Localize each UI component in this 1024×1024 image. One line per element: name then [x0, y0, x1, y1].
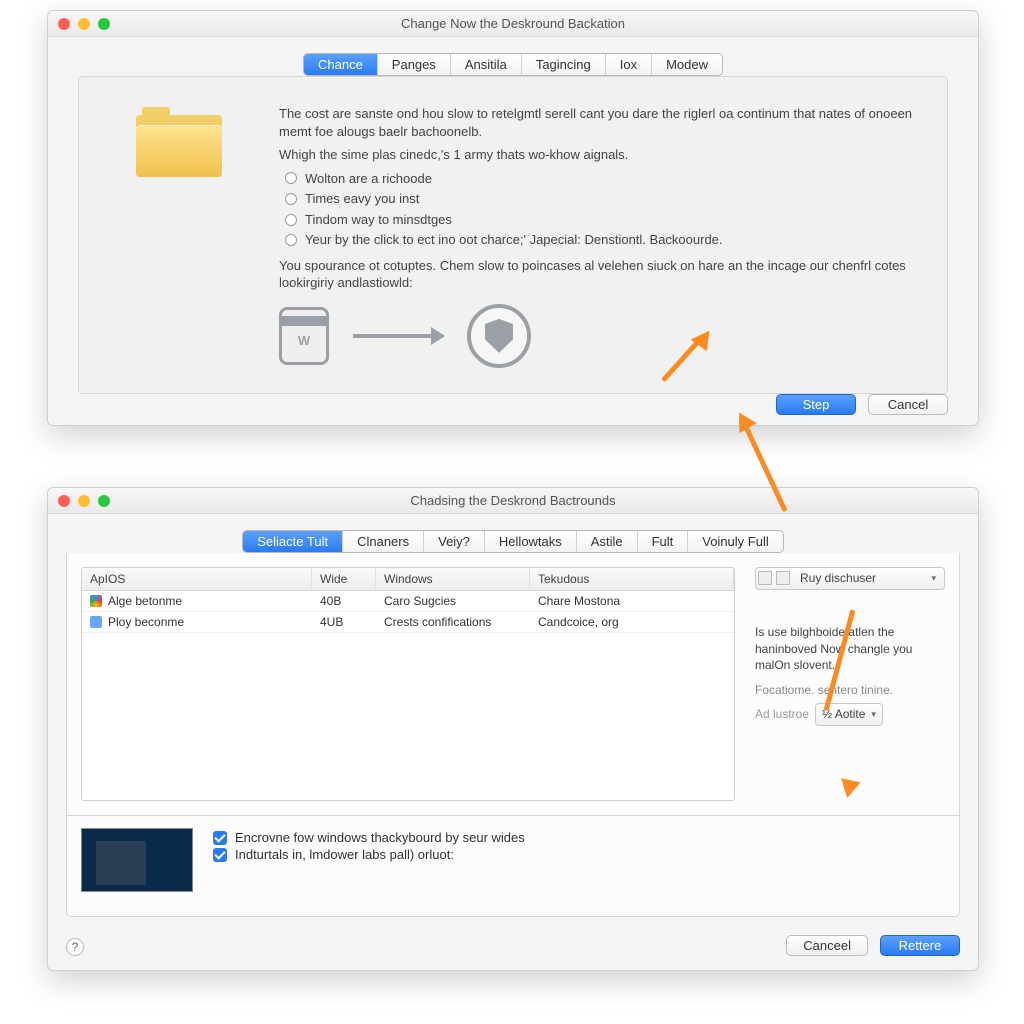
cancel-button[interactable]: Cancel: [868, 394, 948, 415]
diagram: W: [279, 304, 917, 368]
column-header[interactable]: ApIOS: [82, 568, 312, 590]
radio-group: Wolton are a richoode Times eavy you inst…: [285, 170, 917, 249]
cell-tek: Candcoice, org: [530, 612, 734, 632]
table-row[interactable]: Ploy beconme 4UBCrests confificationsCand…: [82, 612, 734, 633]
checkbox-label: Indturtals in, lmdower labs pall) orluot…: [235, 847, 454, 862]
tab-clnaners[interactable]: Clnaners: [343, 531, 424, 552]
side-label: Ad lustroe: [755, 706, 809, 723]
view-icon: [758, 571, 772, 585]
tab-voinuly-full[interactable]: Voinuly Full: [688, 531, 782, 552]
window-title: Change Now the Deskround Backation: [48, 16, 978, 31]
tab-bar-top: ChancePangesAnsitilaTagincingIoxModew: [48, 53, 978, 76]
cell-tek: Chare Mostona: [530, 591, 734, 611]
close-icon[interactable]: [58, 18, 70, 30]
checkbox-option[interactable]: Encrovne fow windows thackybourd by seur…: [213, 830, 525, 845]
radio-label: Yeur by the click to ect ino oot charce;…: [305, 231, 723, 249]
zoom-icon[interactable]: [98, 495, 110, 507]
arrow-icon: [353, 334, 443, 338]
tab-astile[interactable]: Astile: [577, 531, 638, 552]
cancel-button[interactable]: Canceel: [786, 935, 868, 956]
tab-iox[interactable]: Iox: [606, 54, 652, 75]
app-icon: [90, 616, 102, 628]
restore-button[interactable]: Rettere: [880, 935, 960, 956]
checkbox-icon: [213, 848, 227, 862]
checkbox-label: Encrovne fow windows thackybourd by seur…: [235, 830, 525, 845]
minimize-icon[interactable]: [78, 495, 90, 507]
cell-windows: Crests confifications: [376, 612, 530, 632]
checkbox-icon: [213, 831, 227, 845]
radio-icon: [285, 172, 297, 184]
cell-name: Ploy beconme: [108, 615, 184, 629]
intro-text-1: The cost are sanste ond hou slow to rete…: [279, 105, 917, 140]
cell-wide: 40B: [312, 591, 376, 611]
window-top: Change Now the Deskround Backation Chanc…: [47, 10, 979, 426]
zoom-icon[interactable]: [98, 18, 110, 30]
view-icon: [776, 571, 790, 585]
radio-label: Times eavy you inst: [305, 190, 419, 208]
radio-icon: [285, 214, 297, 226]
cell-name: Alge betonme: [108, 594, 182, 608]
user-selector[interactable]: Ruy dischuser ▾: [755, 567, 945, 590]
tab-chance[interactable]: Chance: [304, 54, 378, 75]
device-icon: W: [279, 307, 329, 365]
app-icon: [90, 595, 102, 607]
chevron-down-icon: ▾: [931, 572, 936, 585]
tab-fult[interactable]: Fult: [638, 531, 689, 552]
tab-ansitila[interactable]: Ansitila: [451, 54, 522, 75]
options-zone: Encrovne fow windows thackybourd by seur…: [81, 828, 945, 892]
tab-hellowtaks[interactable]: Hellowtaks: [485, 531, 577, 552]
tab-seliacte-tult[interactable]: Seliacte Tult: [243, 531, 343, 552]
window-title: Chadsing the Deskrond Bactrounds: [48, 493, 978, 508]
app-table: ApIOSWideWindowsTekudous Alge betonme 40B…: [81, 567, 735, 801]
table-row[interactable]: Alge betonme 40BCaro SugciesChare Mostona: [82, 591, 734, 612]
radio-icon: [285, 193, 297, 205]
shield-icon: [467, 304, 531, 368]
radio-option[interactable]: Wolton are a richoode: [285, 170, 917, 188]
radio-option[interactable]: Tindom way to minsdtges: [285, 211, 917, 229]
content-panel-top: The cost are sanste ond hou slow to rete…: [78, 76, 948, 394]
radio-option[interactable]: Times eavy you inst: [285, 190, 917, 208]
radio-option[interactable]: Yeur by the click to ect ino oot charce;…: [285, 231, 917, 249]
user-selector-label: Ruy dischuser: [800, 570, 876, 587]
cell-windows: Caro Sugcies: [376, 591, 530, 611]
tab-veiy-[interactable]: Veiy?: [424, 531, 485, 552]
checkbox-option[interactable]: Indturtals in, lmdower labs pall) orluot…: [213, 847, 525, 862]
radio-label: Wolton are a richoode: [305, 170, 432, 188]
column-header[interactable]: Wide: [312, 568, 376, 590]
column-header[interactable]: Tekudous: [530, 568, 734, 590]
side-note: Focatiome. sentero tinine.: [755, 682, 945, 699]
cell-wide: 4UB: [312, 612, 376, 632]
desktop-preview: [81, 828, 193, 892]
column-header[interactable]: Windows: [376, 568, 530, 590]
titlebar-bottom: Chadsing the Deskrond Bactrounds: [48, 488, 978, 514]
titlebar-top: Change Now the Deskround Backation: [48, 11, 978, 37]
tab-bar-bottom: Seliacte TultClnanersVeiy?HellowtaksAsti…: [48, 530, 978, 553]
step-button[interactable]: Step: [776, 394, 856, 415]
radio-icon: [285, 234, 297, 246]
tab-tagincing[interactable]: Tagincing: [522, 54, 606, 75]
small-selector[interactable]: ½ Aotite ▾: [815, 703, 883, 726]
small-selector-label: ½ Aotite: [822, 706, 865, 723]
intro-text-2: Whigh the sime plas cinedc,'s 1 army tha…: [279, 146, 917, 164]
tab-panges[interactable]: Panges: [378, 54, 451, 75]
side-paragraph: Is use bilghboide atlen the haninboved N…: [755, 624, 945, 674]
content-panel-bottom: ApIOSWideWindowsTekudous Alge betonme 40B…: [66, 553, 960, 917]
side-panel: Ruy dischuser ▾ Is use bilghboide atlen t…: [755, 567, 945, 801]
window-bottom: Chadsing the Deskrond Bactrounds Seliact…: [47, 487, 979, 971]
tab-modew[interactable]: Modew: [652, 54, 722, 75]
minimize-icon[interactable]: [78, 18, 90, 30]
chevron-down-icon: ▾: [871, 708, 876, 721]
radio-label: Tindom way to minsdtges: [305, 211, 452, 229]
close-icon[interactable]: [58, 495, 70, 507]
help-button[interactable]: ?: [66, 938, 84, 956]
intro-text-3: You spourance ot cotuptes. Chem slow to …: [279, 257, 917, 292]
folder-icon: [136, 107, 222, 177]
